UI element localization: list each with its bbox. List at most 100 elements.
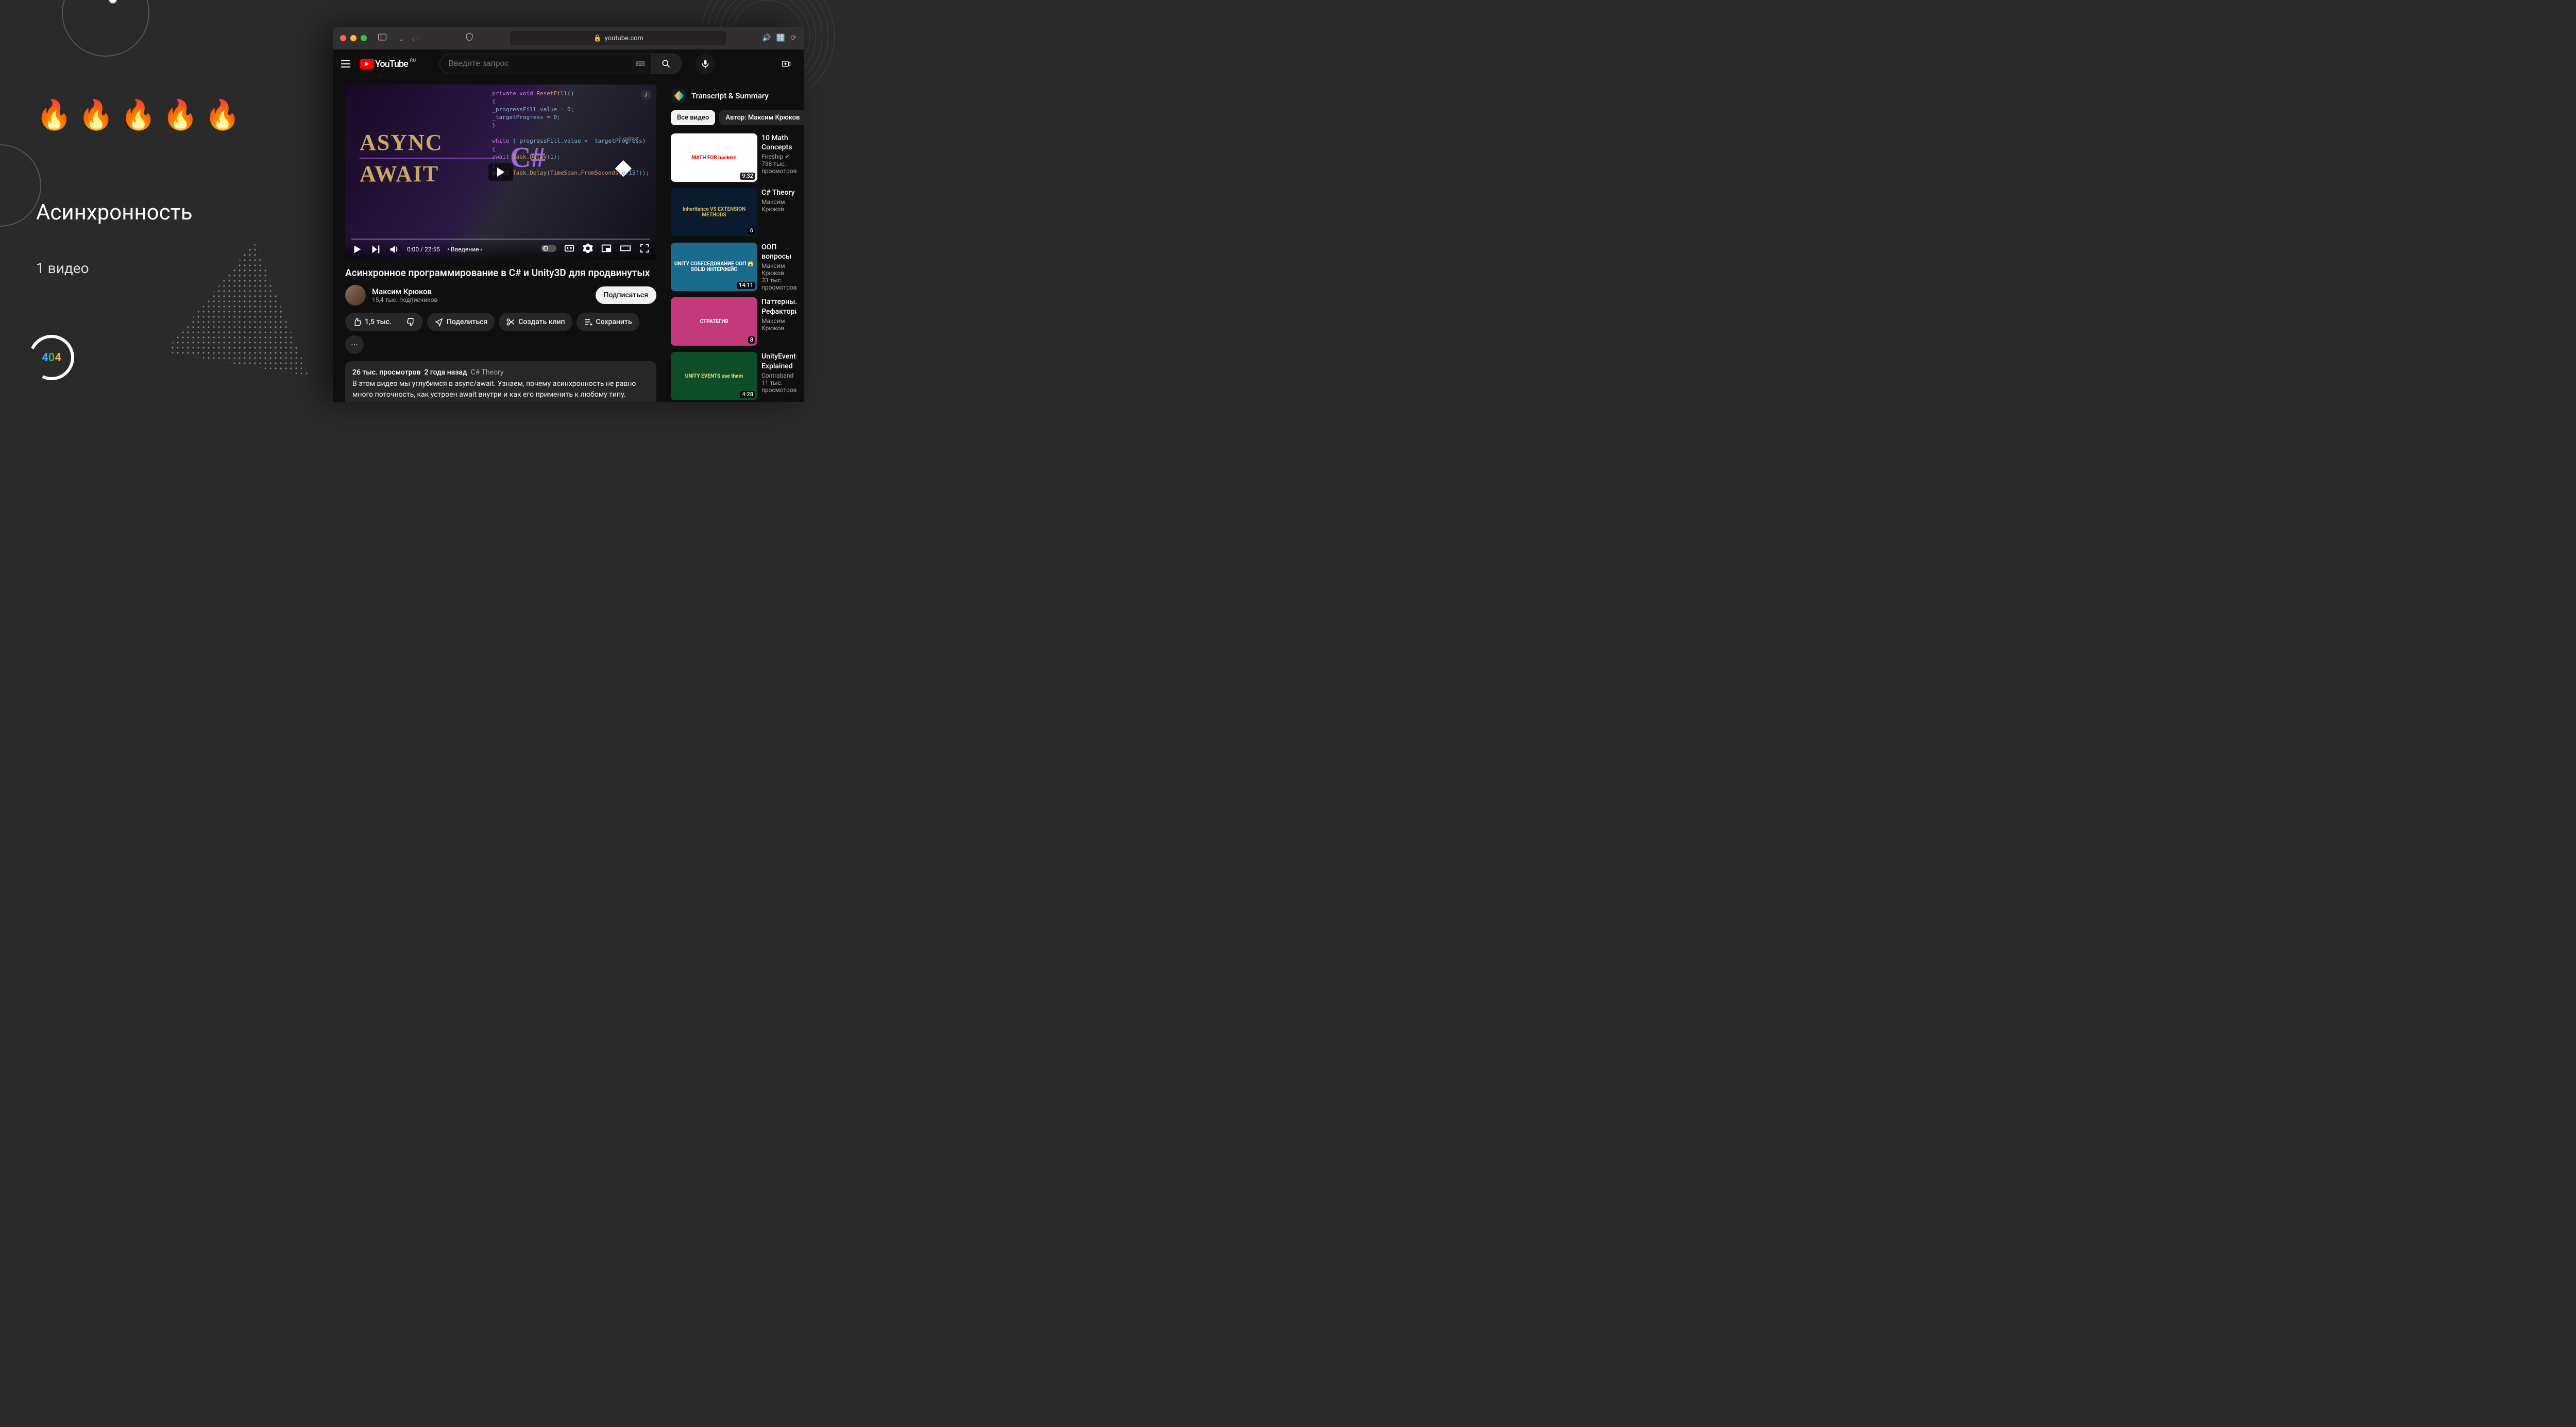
volume-icon[interactable] <box>388 244 400 255</box>
keyboard-icon[interactable]: ⌨ <box>630 54 651 74</box>
recommendation-thumbnail: MATH FOR hackers 9:32 <box>671 133 757 182</box>
video-player[interactable]: i ASYNC AWAIT C# ◆ private void ResetFil… <box>345 84 656 260</box>
decoration-circle <box>62 0 149 57</box>
window-traffic-lights <box>340 35 367 41</box>
channel-subscribers: 15,4 тыс. подписчиков <box>372 296 589 303</box>
settings-icon[interactable] <box>582 243 594 256</box>
clip-button[interactable]: Создать клип <box>499 313 572 331</box>
code-overlay: private void ResetFill(){ _progressFill.… <box>492 90 649 177</box>
captions-icon[interactable] <box>564 243 575 256</box>
audio-icon[interactable]: 🔊 <box>762 34 771 42</box>
related-chips: Все видео Автор: Максим Крюков <box>667 107 801 131</box>
video-title: Асинхронное программирование в C# и Unit… <box>345 267 656 279</box>
shield-icon[interactable] <box>464 32 474 44</box>
duration-badge: 6 <box>748 227 755 234</box>
left-promo-panel: 🔥🔥🔥🔥🔥 Асинхронность 1 видео 404 <box>0 0 330 402</box>
recommendation-item[interactable]: Inheritance VS EXTENSION METHODS 6 C# Th… <box>667 186 801 241</box>
dislike-button[interactable] <box>399 313 423 331</box>
recommendation-title: UnityEvents Explained Minutes <box>761 352 796 370</box>
nav-arrows: ‹ › <box>412 33 419 43</box>
youtube-logo[interactable]: YouTube RU <box>360 59 415 70</box>
youtube-play-icon <box>360 59 374 69</box>
search-input[interactable] <box>439 54 630 74</box>
like-button[interactable]: 1,5 тыс. <box>345 313 399 331</box>
voice-search-button[interactable] <box>695 54 716 74</box>
recommendation-channel: Максим Крюков <box>761 317 796 332</box>
recommendation-channel: Максим Крюков <box>761 262 796 277</box>
watermark-text: ⚠ gaitavr <box>617 136 639 142</box>
recommendation-thumbnail: СТРАТЕГИЯ 8 <box>671 297 757 346</box>
duration-badge: 9:32 <box>740 173 755 180</box>
fullscreen-icon[interactable] <box>639 243 650 256</box>
close-button[interactable] <box>340 35 346 41</box>
duration-badge: 8 <box>748 336 755 344</box>
minimize-button[interactable] <box>350 35 357 41</box>
decoration-circle <box>0 144 41 227</box>
duration-badge: 14:11 <box>737 282 755 289</box>
description-meta: 26 тыс. просмотров 2 года назад C# Theor… <box>352 367 649 378</box>
reload-icon[interactable]: ⟳ <box>790 34 796 42</box>
time-display: 0:00 / 22:55 <box>407 246 440 253</box>
chip-all[interactable]: Все видео <box>671 110 715 125</box>
recommendation-thumbnail: UNITY СОБЕСЕДОВАНИЕ ООП 😱 SOLID ИНТЕРФЕЙ… <box>671 243 757 291</box>
video-actions: 1,5 тыс. Поделиться Создать клип Сохр <box>345 313 656 354</box>
recommendation-title: ООП вопросы на собеседовании <box>761 243 796 261</box>
translate-icon[interactable]: 🔠 <box>776 34 785 42</box>
play-button-overlay[interactable] <box>488 163 513 181</box>
lock-icon: 🔒 <box>593 35 601 42</box>
back-button[interactable]: ‹ <box>412 33 414 43</box>
decoration-triangle <box>165 242 309 376</box>
next-icon[interactable] <box>370 244 381 255</box>
theater-icon[interactable] <box>619 243 632 256</box>
channel-row: Максим Крюков 15,4 тыс. подписчиков Подп… <box>345 285 656 305</box>
recommendation-views: 33 тыс. просмотров <box>761 277 796 291</box>
recommendation-item[interactable]: СТРАТЕГИЯ 8 Паттерны.Чистый Рефакторинг … <box>667 295 801 350</box>
logo-404: 404 <box>23 329 81 387</box>
show-more-button[interactable]: Ещё <box>352 401 367 402</box>
url-text: youtube.com <box>605 35 643 42</box>
channel-name[interactable]: Максим Крюков <box>372 287 589 296</box>
maximize-button[interactable] <box>361 35 367 41</box>
url-bar[interactable]: 🔒 youtube.com <box>510 31 726 45</box>
recommendation-item[interactable]: UNITY EVENTS use them 4:28 UnityEvents E… <box>667 350 801 402</box>
play-icon[interactable] <box>351 244 363 255</box>
duration-badge: 4:28 <box>740 391 755 398</box>
sidebar-chevron-icon[interactable]: ⌄ <box>398 33 404 43</box>
search-button[interactable] <box>651 54 682 74</box>
recommendation-thumbnail: UNITY EVENTS use them 4:28 <box>671 352 757 400</box>
player-controls: 0:00 / 22:55 • Введение › <box>345 239 656 260</box>
recommendation-title: C# Theory <box>761 188 796 197</box>
more-actions-button[interactable]: ⋯ <box>345 335 364 354</box>
extension-logo-icon <box>672 89 686 103</box>
hamburger-menu-icon[interactable] <box>341 60 350 67</box>
recommendation-channel: Максим Крюков <box>761 198 796 213</box>
recommendation-title: Паттерны.Чистый Рефакторинг <box>761 297 796 316</box>
rating-fire-row: 🔥🔥🔥🔥🔥 <box>36 98 247 132</box>
recommendation-item[interactable]: UNITY СОБЕСЕДОВАНИЕ ООП 😱 SOLID ИНТЕРФЕЙ… <box>667 241 801 295</box>
subscribe-button[interactable]: Подписаться <box>596 286 657 304</box>
create-button[interactable] <box>777 55 795 73</box>
promo-subtitle: 1 видео <box>36 260 89 277</box>
share-button[interactable]: Поделиться <box>427 313 495 331</box>
save-button[interactable]: Сохранить <box>577 313 639 331</box>
autoplay-toggle[interactable] <box>541 245 556 254</box>
recommendation-views: 11 тыс. просмотров <box>761 379 796 394</box>
browser-window: ⌄ ‹ › 🔒 youtube.com 🔊 🔠 ⟳ YouTube RU <box>333 27 804 402</box>
sidebar-toggle-icon[interactable] <box>374 31 391 45</box>
recommendation-title: 10 Math Concepts Programmers <box>761 133 796 152</box>
description-box[interactable]: 26 тыс. просмотров 2 года назад C# Theor… <box>345 361 656 402</box>
recommendation-item[interactable]: MATH FOR hackers 9:32 10 Math Concepts P… <box>667 131 801 186</box>
youtube-masthead: YouTube RU ⌨ <box>333 49 804 78</box>
transcript-extension[interactable]: Transcript & Summary <box>667 84 801 107</box>
chapter-label[interactable]: • Введение › <box>447 246 482 253</box>
miniplayer-icon[interactable] <box>601 243 612 256</box>
channel-avatar[interactable] <box>345 285 366 305</box>
recommendation-channel: Fireship ✔ <box>761 153 796 160</box>
recommendation-thumbnail: Inheritance VS EXTENSION METHODS 6 <box>671 188 757 236</box>
safari-toolbar: ⌄ ‹ › 🔒 youtube.com 🔊 🔠 ⟳ <box>333 27 804 49</box>
forward-button[interactable]: › <box>416 33 419 43</box>
thumbnail-text: ASYNC AWAIT <box>360 131 494 186</box>
chip-author[interactable]: Автор: Максим Крюков <box>719 110 804 125</box>
search-form: ⌨ <box>439 54 682 74</box>
secondary-column: Transcript & Summary Все видео Автор: Ма… <box>667 84 801 402</box>
